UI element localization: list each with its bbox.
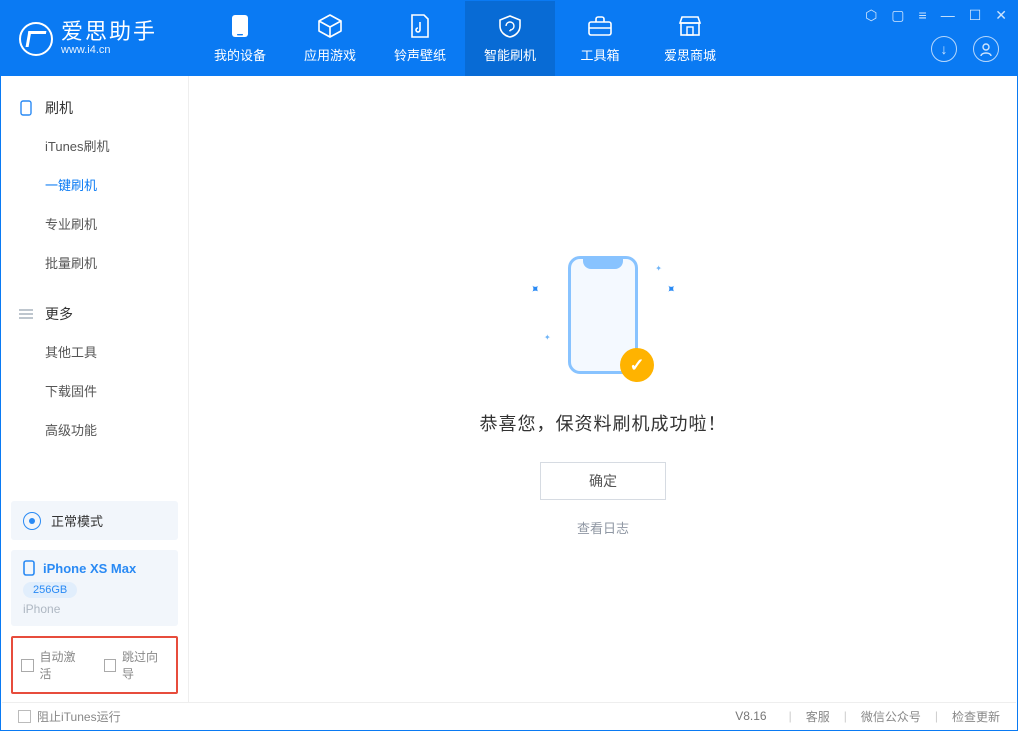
phone-outline-icon <box>17 100 35 116</box>
sidebar-group-title: 刷机 <box>45 98 73 118</box>
checkbox-label: 阻止iTunes运行 <box>37 708 121 725</box>
maximize-icon[interactable]: ☐ <box>969 7 982 24</box>
sidebar-item-download-firmware[interactable]: 下载固件 <box>1 371 188 410</box>
mode-box[interactable]: 正常模式 <box>11 501 178 540</box>
navtab-my-device[interactable]: 我的设备 <box>195 1 285 76</box>
checkbox-icon <box>104 659 117 672</box>
sidebar-item-advanced[interactable]: 高级功能 <box>1 410 188 449</box>
sidebar-group-flash[interactable]: 刷机 <box>1 90 188 126</box>
navtab-toolbox[interactable]: 工具箱 <box>555 1 645 76</box>
phone-icon <box>226 13 254 39</box>
checkbox-icon <box>18 710 31 723</box>
navtab-apps-games[interactable]: 应用游戏 <box>285 1 375 76</box>
tshirt-icon[interactable]: ⬡ <box>865 7 877 24</box>
device-box[interactable]: iPhone XS Max 256GB iPhone <box>11 550 178 626</box>
device-name: iPhone XS Max <box>43 561 136 576</box>
sidebar-item-oneclick-flash[interactable]: 一键刷机 <box>1 165 188 204</box>
music-file-icon <box>406 13 434 39</box>
brand-name: 爱思助手 <box>61 21 157 43</box>
sparkle-icon: ✦ <box>662 280 679 297</box>
sidebar-group-more[interactable]: 更多 <box>1 296 188 332</box>
refresh-shield-icon <box>496 13 524 39</box>
cube-icon <box>316 13 344 39</box>
navtab-label: 我的设备 <box>214 45 266 64</box>
checkbox-icon <box>21 659 34 672</box>
success-illustration: ✦ ✦ ✦ ✦ ✓ <box>558 256 648 376</box>
header: 爱思助手 www.i4.cn 我的设备 应用游戏 铃声壁纸 智 <box>1 1 1017 76</box>
footer: 阻止iTunes运行 V8.16 | 客服 | 微信公众号 | 检查更新 <box>2 702 1016 729</box>
navtab-store[interactable]: 爱思商城 <box>645 1 735 76</box>
minimize-icon[interactable]: — <box>941 7 955 24</box>
navtab-label: 应用游戏 <box>304 45 356 64</box>
device-type: iPhone <box>23 602 166 616</box>
list-icon <box>17 308 35 320</box>
ok-button[interactable]: 确定 <box>540 462 666 500</box>
navtab-ringtone-wallpaper[interactable]: 铃声壁纸 <box>375 1 465 76</box>
navtab-label: 爱思商城 <box>664 45 716 64</box>
separator: | <box>935 709 938 723</box>
device-storage-badge: 256GB <box>23 582 77 598</box>
main-content: ✦ ✦ ✦ ✦ ✓ 恭喜您，保资料刷机成功啦！ 确定 查看日志 <box>189 76 1017 704</box>
device-phone-icon <box>23 560 35 576</box>
nav-tabs: 我的设备 应用游戏 铃声壁纸 智能刷机 工具箱 <box>195 1 735 76</box>
checkbox-auto-activate[interactable]: 自动激活 <box>21 648 86 682</box>
sidebar-item-itunes-flash[interactable]: iTunes刷机 <box>1 126 188 165</box>
sparkle-icon: ✦ <box>655 264 662 273</box>
highlighted-options-row: 自动激活 跳过向导 <box>11 636 178 694</box>
separator: | <box>789 709 792 723</box>
phone-mini-icon[interactable]: ▢ <box>891 7 904 24</box>
footer-link-support[interactable]: 客服 <box>806 708 830 725</box>
navtab-smart-flash[interactable]: 智能刷机 <box>465 1 555 76</box>
navtab-label: 工具箱 <box>581 45 620 64</box>
header-right-icons: ↓ <box>931 36 999 62</box>
sparkle-icon: ✦ <box>544 333 551 342</box>
brand-url: www.i4.cn <box>61 45 157 56</box>
menu-icon[interactable]: ≡ <box>919 7 927 24</box>
logo-icon <box>19 22 53 56</box>
footer-link-update[interactable]: 检查更新 <box>952 708 1000 725</box>
download-icon[interactable]: ↓ <box>931 36 957 62</box>
separator: | <box>844 709 847 723</box>
sidebar: 刷机 iTunes刷机 一键刷机 专业刷机 批量刷机 更多 其他工具 下载固件 … <box>1 76 189 704</box>
success-text: 恭喜您，保资料刷机成功啦！ <box>480 410 727 436</box>
sidebar-item-batch-flash[interactable]: 批量刷机 <box>1 243 188 282</box>
checkbox-label: 跳过向导 <box>122 648 168 682</box>
sidebar-item-other-tools[interactable]: 其他工具 <box>1 332 188 371</box>
checkbox-skip-guide[interactable]: 跳过向导 <box>104 648 169 682</box>
sidebar-item-pro-flash[interactable]: 专业刷机 <box>1 204 188 243</box>
check-badge-icon: ✓ <box>620 348 654 382</box>
user-icon[interactable] <box>973 36 999 62</box>
toolbox-icon <box>586 13 614 39</box>
sidebar-group-title: 更多 <box>45 304 73 324</box>
navtab-label: 铃声壁纸 <box>394 45 446 64</box>
store-icon <box>676 13 704 39</box>
footer-link-wechat[interactable]: 微信公众号 <box>861 708 921 725</box>
checkbox-block-itunes[interactable]: 阻止iTunes运行 <box>18 708 121 725</box>
mode-indicator-icon <box>23 512 41 530</box>
sparkle-icon: ✦ <box>527 280 544 297</box>
mode-label: 正常模式 <box>51 511 103 530</box>
version-label: V8.16 <box>735 709 766 723</box>
phone-notch <box>583 259 623 269</box>
navtab-label: 智能刷机 <box>484 45 536 64</box>
checkbox-label: 自动激活 <box>40 648 86 682</box>
window-icons-row: ⬡ ▢ ≡ — ☐ ✕ <box>865 7 1007 24</box>
view-log-link[interactable]: 查看日志 <box>577 518 629 537</box>
close-icon[interactable]: ✕ <box>995 7 1007 24</box>
logo-block[interactable]: 爱思助手 www.i4.cn <box>1 21 177 56</box>
